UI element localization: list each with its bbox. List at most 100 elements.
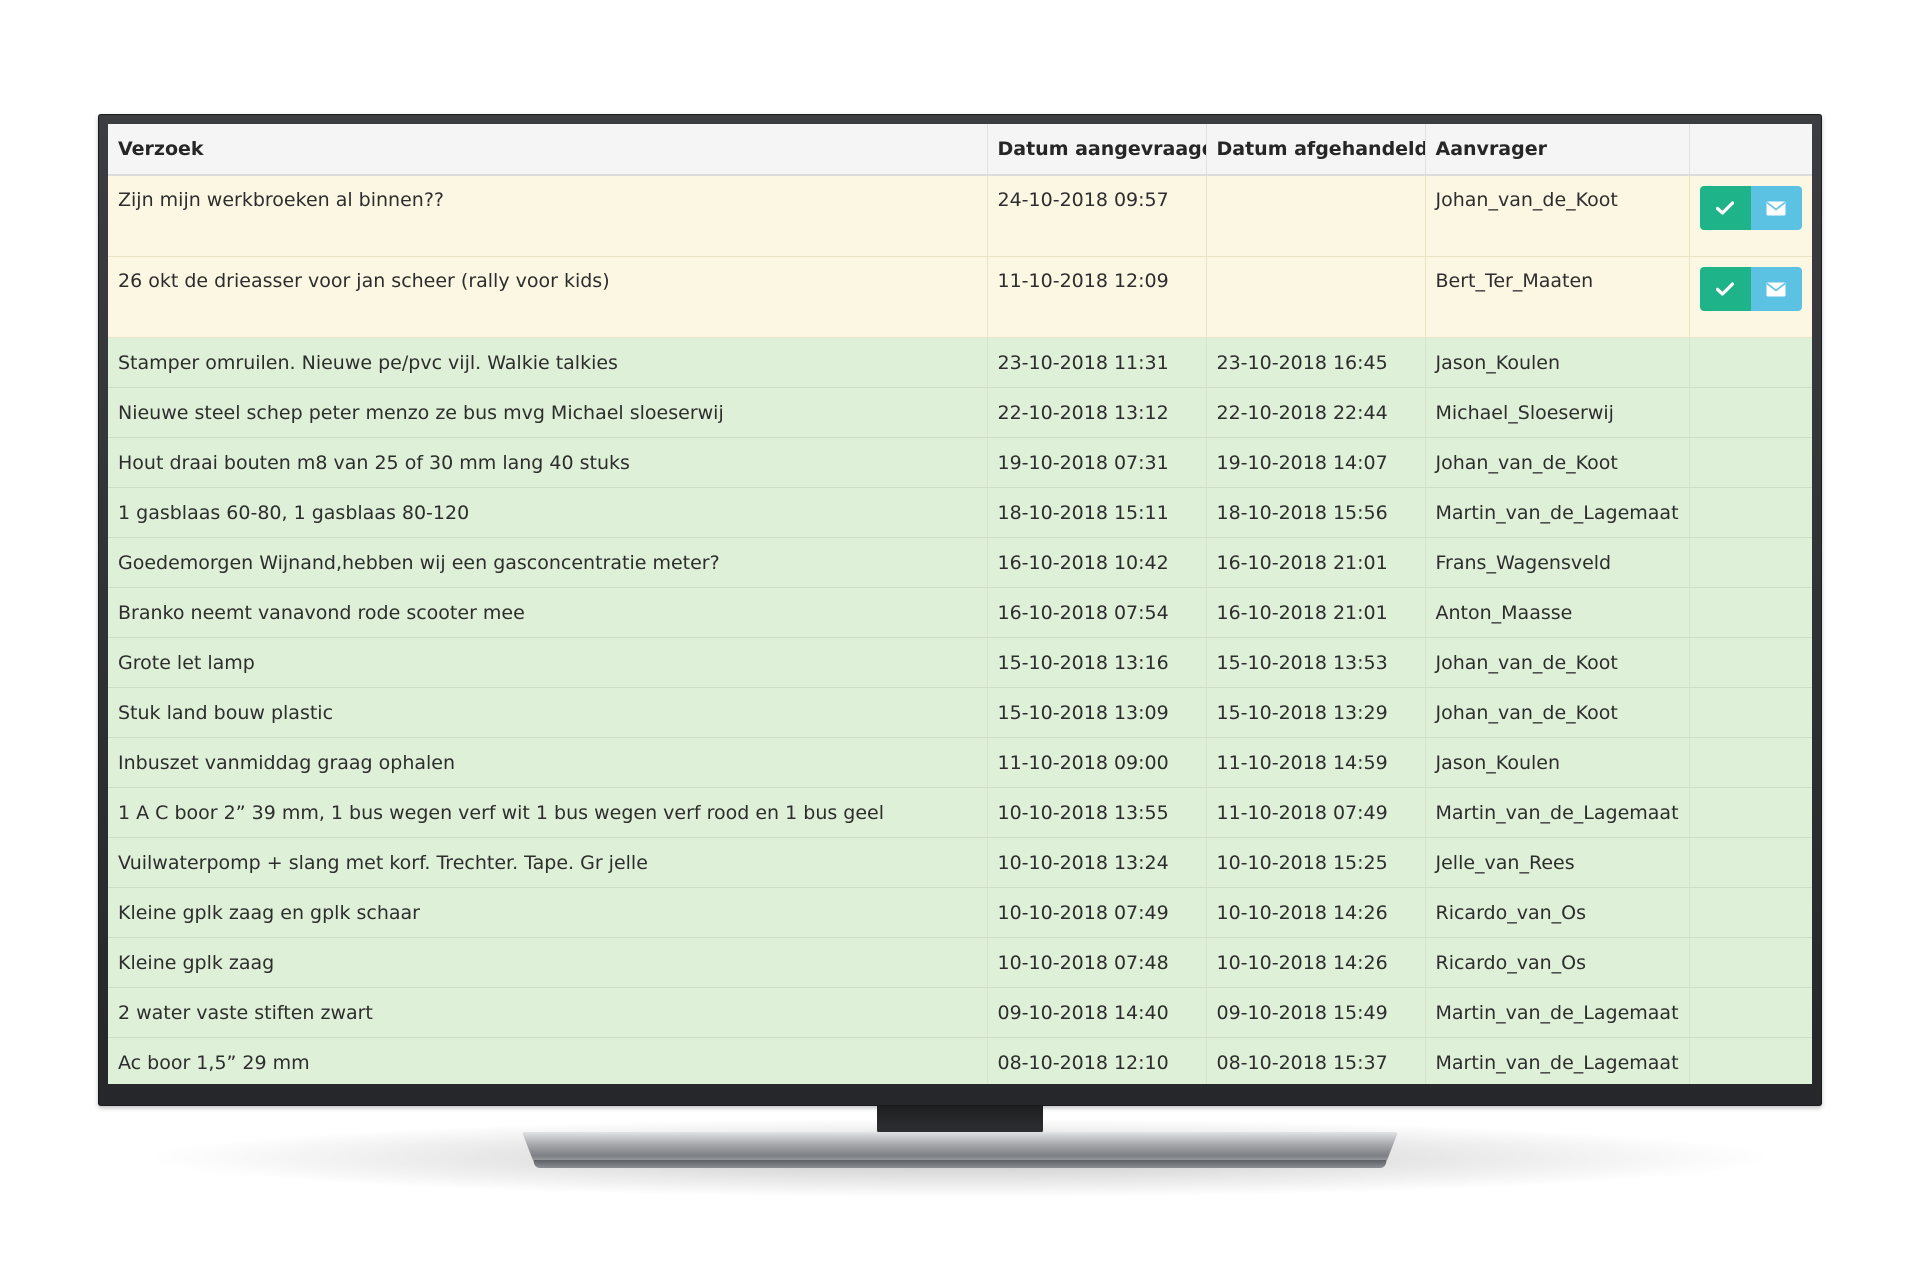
cell-request: Nieuwe steel schep peter menzo ze bus mv…	[108, 387, 988, 438]
cell-request: Goedemorgen Wijnand,hebben wij een gasco…	[108, 537, 988, 588]
cell-date-handled: 09-10-2018 15:49	[1206, 987, 1426, 1038]
cell-date-requested: 10-10-2018 07:48	[987, 937, 1207, 988]
column-header-date-handled[interactable]: Datum afgehandeld	[1206, 124, 1426, 176]
cell-requester: Ricardo_van_Os	[1425, 937, 1690, 988]
cell-requester: Johan_van_de_Koot	[1425, 637, 1690, 688]
check-icon	[1716, 201, 1735, 215]
cell-requester: Johan_van_de_Koot	[1425, 687, 1690, 738]
table-row[interactable]: Grote let lamp 15-10-2018 13:16 15-10-2018…	[108, 637, 1812, 688]
cell-request: 1 A C boor 2” 39 mm, 1 bus wegen verf wi…	[108, 787, 988, 838]
approve-button[interactable]	[1699, 186, 1751, 230]
table-row[interactable]: Hout draai bouten m8 van 25 of 30 mm lan…	[108, 437, 1812, 488]
cell-actions	[1689, 937, 1812, 988]
cell-actions	[1689, 1037, 1812, 1084]
column-header-request[interactable]: Verzoek	[108, 124, 988, 176]
cell-requester: Jason_Koulen	[1425, 337, 1690, 388]
cell-date-handled: 15-10-2018 13:53	[1206, 637, 1426, 688]
table-row[interactable]: Branko neemt vanavond rode scooter mee 16…	[108, 587, 1812, 638]
approve-button[interactable]	[1699, 267, 1751, 311]
cell-date-handled: 22-10-2018 22:44	[1206, 387, 1426, 438]
cell-requester: Jelle_van_Rees	[1425, 837, 1690, 888]
table-row[interactable]: Stuk land bouw plastic 15-10-2018 13:09 15…	[108, 687, 1812, 738]
message-button[interactable]	[1750, 267, 1802, 311]
cell-actions	[1689, 337, 1812, 388]
envelope-icon	[1766, 201, 1786, 216]
table-row[interactable]: Goedemorgen Wijnand,hebben wij een gasco…	[108, 537, 1812, 588]
cell-actions	[1689, 687, 1812, 738]
cell-date-requested: 15-10-2018 13:16	[987, 637, 1207, 688]
table-row[interactable]: Nieuwe steel schep peter menzo ze bus mv…	[108, 387, 1812, 438]
cell-actions	[1689, 487, 1812, 538]
cell-request: Stuk land bouw plastic	[108, 687, 988, 738]
requests-table: Verzoek Datum aangevraagd Datum afgehand…	[108, 124, 1812, 1084]
cell-requester: Johan_van_de_Koot	[1425, 437, 1690, 488]
table-row[interactable]: 1 gasblaas 60-80, 1 gasblaas 80-120 18-10…	[108, 487, 1812, 538]
tv-stand-edge	[534, 1160, 1386, 1168]
column-header-requester[interactable]: Aanvrager	[1425, 124, 1690, 176]
cell-actions	[1689, 987, 1812, 1038]
cell-date-requested: 11-10-2018 12:09	[987, 256, 1207, 338]
cell-date-requested: 08-10-2018 12:10	[987, 1037, 1207, 1084]
cell-requester: Martin_van_de_Lagemaat	[1425, 987, 1690, 1038]
cell-date-requested: 24-10-2018 09:57	[987, 175, 1207, 257]
cell-date-handled: 16-10-2018 21:01	[1206, 587, 1426, 638]
cell-actions	[1689, 387, 1812, 438]
cell-date-handled: 19-10-2018 14:07	[1206, 437, 1426, 488]
cell-actions	[1689, 175, 1812, 257]
table-row[interactable]: Ac boor 1,5” 29 mm 08-10-2018 12:10 08-10-…	[108, 1037, 1812, 1084]
message-button[interactable]	[1750, 186, 1802, 230]
table-row-pending[interactable]: Zijn mijn werkbroeken al binnen?? 24-10-2…	[108, 175, 1812, 257]
column-header-date-requested[interactable]: Datum aangevraagd	[987, 124, 1207, 176]
cell-requester: Jason_Koulen	[1425, 737, 1690, 788]
cell-date-handled	[1206, 175, 1426, 257]
envelope-icon	[1766, 282, 1786, 297]
table-row[interactable]: 1 A C boor 2” 39 mm, 1 bus wegen verf wi…	[108, 787, 1812, 838]
cell-request: Zijn mijn werkbroeken al binnen??	[108, 175, 988, 257]
cell-request: Stamper omruilen. Nieuwe pe/pvc vijl. Wa…	[108, 337, 988, 388]
cell-request: 26 okt de drieasser voor jan scheer (ral…	[108, 256, 988, 338]
table-row[interactable]: 2 water vaste stiften zwart 09-10-2018 14…	[108, 987, 1812, 1038]
column-header-actions	[1689, 124, 1812, 176]
cell-date-requested: 15-10-2018 13:09	[987, 687, 1207, 738]
cell-requester: Martin_van_de_Lagemaat	[1425, 787, 1690, 838]
cell-actions	[1689, 587, 1812, 638]
cell-date-requested: 10-10-2018 13:55	[987, 787, 1207, 838]
cell-actions	[1689, 837, 1812, 888]
cell-request: Vuilwaterpomp + slang met korf. Trechter…	[108, 837, 988, 888]
cell-date-requested: 18-10-2018 15:11	[987, 487, 1207, 538]
table-row[interactable]: Vuilwaterpomp + slang met korf. Trechter…	[108, 837, 1812, 888]
cell-request: Branko neemt vanavond rode scooter mee	[108, 587, 988, 638]
table-row[interactable]: Kleine gplk zaag en gplk schaar 10-10-201…	[108, 887, 1812, 938]
table-body: Zijn mijn werkbroeken al binnen?? 24-10-2…	[108, 175, 1812, 1084]
table-row[interactable]: Kleine gplk zaag 10-10-2018 07:48 10-10-20…	[108, 937, 1812, 988]
cell-request: Kleine gplk zaag	[108, 937, 988, 988]
cell-date-handled: 10-10-2018 14:26	[1206, 887, 1426, 938]
cell-request: 1 gasblaas 60-80, 1 gasblaas 80-120	[108, 487, 988, 538]
table-row-pending[interactable]: 26 okt de drieasser voor jan scheer (ral…	[108, 256, 1812, 338]
cell-actions	[1689, 737, 1812, 788]
cell-date-handled: 10-10-2018 14:26	[1206, 937, 1426, 988]
cell-actions	[1689, 787, 1812, 838]
cell-date-requested: 16-10-2018 07:54	[987, 587, 1207, 638]
row-action-buttons	[1699, 267, 1802, 311]
cell-date-requested: 19-10-2018 07:31	[987, 437, 1207, 488]
cell-date-handled	[1206, 256, 1426, 338]
cell-date-handled: 18-10-2018 15:56	[1206, 487, 1426, 538]
cell-requester: Martin_van_de_Lagemaat	[1425, 1037, 1690, 1084]
cell-requester: Michael_Sloeserwij	[1425, 387, 1690, 438]
cell-date-requested: 11-10-2018 09:00	[987, 737, 1207, 788]
table-row[interactable]: Stamper omruilen. Nieuwe pe/pvc vijl. Wa…	[108, 337, 1812, 388]
cell-date-requested: 23-10-2018 11:31	[987, 337, 1207, 388]
cell-actions	[1689, 887, 1812, 938]
cell-date-handled: 10-10-2018 15:25	[1206, 837, 1426, 888]
cell-date-handled: 15-10-2018 13:29	[1206, 687, 1426, 738]
cell-date-handled: 11-10-2018 14:59	[1206, 737, 1426, 788]
cell-date-handled: 16-10-2018 21:01	[1206, 537, 1426, 588]
cell-date-requested: 10-10-2018 07:49	[987, 887, 1207, 938]
table-header-row: Verzoek Datum aangevraagd Datum afgehand…	[108, 124, 1812, 176]
row-action-buttons	[1699, 186, 1802, 230]
cell-actions	[1689, 437, 1812, 488]
cell-requester: Bert_Ter_Maaten	[1425, 256, 1690, 338]
cell-date-requested: 09-10-2018 14:40	[987, 987, 1207, 1038]
table-row[interactable]: Inbuszet vanmiddag graag ophalen 11-10-20…	[108, 737, 1812, 788]
